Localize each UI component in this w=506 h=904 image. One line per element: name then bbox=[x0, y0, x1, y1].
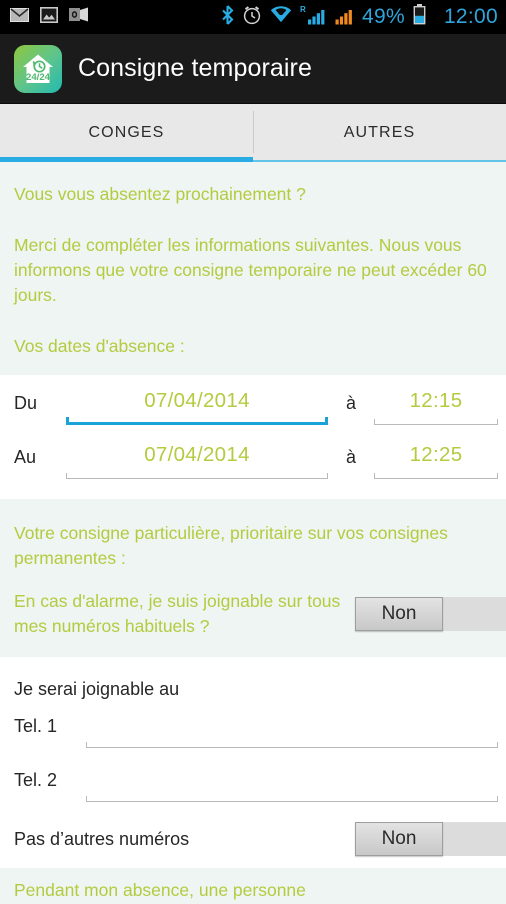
gallery-icon bbox=[40, 6, 58, 28]
status-bar: R 49% 12:00 bbox=[0, 0, 506, 34]
tel-row-1: Tel. 1 bbox=[0, 706, 506, 760]
footer-truncated-text: Pendant mon absence, une personne bbox=[14, 880, 306, 900]
tab-autres[interactable]: AUTRES bbox=[253, 104, 506, 162]
instructions-text: Merci de compléter les informations suiv… bbox=[14, 235, 487, 305]
tel-1-input[interactable] bbox=[86, 706, 498, 748]
battery-percent-label: 49% bbox=[362, 5, 405, 28]
end-date-underline bbox=[66, 471, 328, 479]
mail-icon bbox=[10, 7, 29, 27]
date-row-au-separator: à bbox=[345, 447, 356, 467]
phone-section: Je serai joignable au Tel. 1 Tel. 2 Pas … bbox=[0, 657, 506, 868]
consigne-heading: Votre consigne particulière, prioritaire… bbox=[14, 523, 448, 568]
start-time-value: 12:15 bbox=[409, 389, 463, 412]
outlook-icon bbox=[69, 7, 88, 27]
tab-autres-indicator bbox=[253, 160, 506, 162]
tel-2-label: Tel. 2 bbox=[14, 770, 58, 790]
home-24-24-icon[interactable]: 24/24 bbox=[14, 44, 62, 93]
intro-question: Vous vous absentez prochainement ? bbox=[14, 184, 306, 204]
tel-2-underline bbox=[86, 794, 498, 802]
dates-heading: Vos dates d'absence : bbox=[14, 336, 185, 356]
start-date-underline bbox=[66, 417, 328, 425]
no-other-numbers-label: Pas d’autres numéros bbox=[14, 828, 190, 849]
svg-text:R: R bbox=[300, 5, 306, 14]
wifi-icon bbox=[270, 6, 292, 28]
tab-conges-indicator bbox=[0, 157, 253, 162]
status-bar-right-icons: R 49% 12:00 bbox=[221, 4, 498, 30]
app-icon-text: 24/24 bbox=[26, 72, 51, 83]
date-rows-section: Du 07/04/2014 à 12:15 Au 07/04/2014 à 12… bbox=[0, 375, 506, 499]
tab-autres-label: AUTRES bbox=[343, 124, 416, 141]
start-date-input[interactable]: 07/04/2014 bbox=[66, 381, 328, 425]
end-date-input[interactable]: 07/04/2014 bbox=[66, 435, 328, 479]
alarm-icon bbox=[242, 5, 262, 30]
end-time-underline bbox=[374, 471, 498, 479]
clock-label: 12:00 bbox=[443, 5, 498, 28]
footer-section: Pendant mon absence, une personne bbox=[0, 868, 506, 904]
end-date-value: 07/04/2014 bbox=[144, 443, 250, 466]
tel-2-input[interactable] bbox=[86, 760, 498, 802]
status-bar-left-icons bbox=[10, 6, 88, 28]
bluetooth-icon bbox=[221, 4, 234, 30]
date-row-au: Au 07/04/2014 à 12:25 bbox=[0, 435, 506, 489]
start-time-input[interactable]: 12:15 bbox=[374, 381, 498, 425]
page-title: Consigne temporaire bbox=[78, 54, 312, 82]
alarm-reachable-toggle[interactable]: Non bbox=[355, 597, 506, 631]
end-time-input[interactable]: 12:25 bbox=[374, 435, 498, 479]
date-row-au-label: Au bbox=[14, 447, 37, 467]
end-time-value: 12:25 bbox=[409, 443, 463, 466]
tab-bar: CONGES AUTRES bbox=[0, 104, 506, 162]
tel-1-label: Tel. 1 bbox=[14, 716, 58, 736]
intro-section: Vous vous absentez prochainement ? Merci… bbox=[0, 162, 506, 375]
no-other-numbers-toggle-thumb[interactable]: Non bbox=[355, 822, 443, 856]
no-other-numbers-toggle[interactable]: Non bbox=[355, 822, 506, 856]
date-row-du: Du 07/04/2014 à 12:15 bbox=[0, 381, 506, 435]
signal-roaming-icon: R bbox=[300, 5, 326, 30]
tab-conges-label: CONGES bbox=[88, 124, 165, 141]
start-date-value: 07/04/2014 bbox=[144, 389, 250, 412]
tel-1-underline bbox=[86, 740, 498, 748]
signal-icon bbox=[334, 5, 354, 30]
tel-row-2: Tel. 2 bbox=[0, 760, 506, 814]
alarm-reachable-toggle-thumb[interactable]: Non bbox=[355, 597, 443, 631]
action-bar: 24/24 Consigne temporaire bbox=[0, 34, 506, 104]
date-row-du-separator: à bbox=[345, 393, 356, 413]
tab-conges[interactable]: CONGES bbox=[0, 104, 253, 162]
date-row-du-label: Du bbox=[14, 393, 38, 413]
start-time-underline bbox=[374, 417, 498, 425]
alarm-question-row: En cas d'alarme, je suis joignable sur t… bbox=[0, 575, 506, 657]
alarm-question-label: En cas d'alarme, je suis joignable sur t… bbox=[14, 591, 341, 636]
reachable-heading: Je serai joignable au bbox=[14, 679, 180, 699]
battery-icon bbox=[413, 4, 426, 30]
consigne-section: Votre consigne particulière, prioritaire… bbox=[0, 499, 506, 657]
no-other-numbers-row: Pas d’autres numéros Non bbox=[0, 814, 506, 868]
